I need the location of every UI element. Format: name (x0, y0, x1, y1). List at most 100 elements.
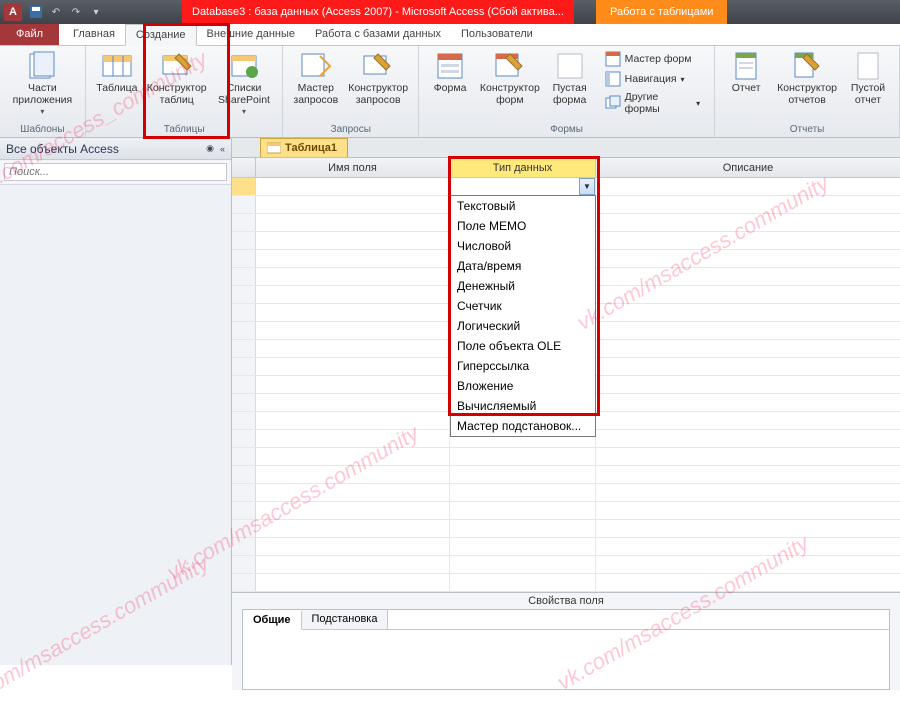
cell-field-name[interactable] (256, 250, 450, 267)
datatype-option[interactable]: Мастер подстановок... (451, 416, 595, 436)
tab-design[interactable]: Конструктор (565, 23, 648, 45)
btn-app-parts[interactable]: Частиприложения ▾ (6, 48, 79, 120)
cell-field-name[interactable] (256, 448, 450, 465)
row-selector[interactable] (232, 394, 256, 411)
row-selector[interactable] (232, 448, 256, 465)
row-selector[interactable] (232, 340, 256, 357)
datatype-option[interactable]: Дата/время (451, 256, 595, 276)
qat-save-icon[interactable] (27, 3, 45, 21)
tab-users[interactable]: Пользователи (451, 23, 543, 45)
cell-data-type[interactable] (450, 574, 596, 591)
datatype-option[interactable]: Денежный (451, 276, 595, 296)
btn-navigation[interactable]: Навигация ▾ (601, 70, 704, 88)
cell-field-name[interactable] (256, 574, 450, 591)
cell-data-type[interactable] (450, 556, 596, 573)
cell-field-name[interactable] (256, 232, 450, 249)
cell-description[interactable] (596, 322, 900, 339)
tab-create[interactable]: Создание (125, 24, 197, 46)
cell-field-name[interactable] (256, 520, 450, 537)
tab-external[interactable]: Внешние данные (197, 23, 305, 45)
table-row[interactable] (232, 502, 900, 520)
btn-query-design[interactable]: Конструкторзапросов (344, 48, 412, 108)
btn-report[interactable]: Отчет (721, 48, 771, 108)
tab-home[interactable]: Главная (63, 23, 125, 45)
row-selector[interactable] (232, 430, 256, 447)
row-selector[interactable] (232, 178, 256, 195)
datatype-option[interactable]: Вложение (451, 376, 595, 396)
cell-field-name[interactable] (256, 412, 450, 429)
row-selector[interactable] (232, 250, 256, 267)
nav-header[interactable]: Все объекты Access ◉ « (0, 138, 231, 160)
cell-field-name[interactable] (256, 394, 450, 411)
datatype-dropdown-list[interactable]: ТекстовыйПоле МЕМОЧисловойДата/времяДене… (450, 195, 596, 437)
qat-more-icon[interactable]: ▾ (87, 3, 105, 21)
row-selector[interactable] (232, 214, 256, 231)
cell-description[interactable] (596, 538, 900, 555)
search-input[interactable] (4, 163, 227, 181)
row-selector[interactable] (232, 286, 256, 303)
btn-table-design[interactable]: Конструктортаблиц (144, 48, 210, 120)
row-selector[interactable] (232, 484, 256, 501)
btn-blank-report[interactable]: Пустойотчет (843, 48, 893, 108)
table-row[interactable] (232, 448, 900, 466)
cell-description[interactable] (596, 556, 900, 573)
datatype-option[interactable]: Счетчик (451, 296, 595, 316)
chevron-down-icon[interactable]: « (220, 144, 225, 154)
row-selector[interactable] (232, 232, 256, 249)
row-selector[interactable] (232, 268, 256, 285)
btn-query-wizard[interactable]: Мастерзапросов (289, 48, 342, 108)
table-row[interactable] (232, 484, 900, 502)
col-header-type[interactable]: Тип данных (450, 158, 596, 177)
cell-description[interactable] (596, 430, 900, 447)
table-row[interactable] (232, 538, 900, 556)
row-selector[interactable] (232, 556, 256, 573)
cell-field-name[interactable] (256, 502, 450, 519)
cell-description[interactable] (596, 376, 900, 393)
cell-description[interactable] (596, 394, 900, 411)
row-selector[interactable] (232, 520, 256, 537)
doc-tab-table1[interactable]: Таблица1 (260, 138, 348, 157)
cell-description[interactable] (596, 286, 900, 303)
cell-field-name[interactable] (256, 538, 450, 555)
cell-data-type[interactable]: ▼ (450, 178, 596, 195)
cell-data-type[interactable] (450, 466, 596, 483)
row-selector[interactable] (232, 304, 256, 321)
cell-description[interactable] (596, 502, 900, 519)
cell-description[interactable] (596, 412, 900, 429)
cell-field-name[interactable] (256, 304, 450, 321)
datatype-dropdown-button[interactable]: ▼ (579, 178, 595, 195)
table-row[interactable] (232, 556, 900, 574)
nav-filter-icon[interactable]: ◉ (206, 143, 214, 154)
datatype-option[interactable]: Гиперссылка (451, 356, 595, 376)
row-selector[interactable] (232, 376, 256, 393)
datatype-option[interactable]: Числовой (451, 236, 595, 256)
cell-data-type[interactable] (450, 520, 596, 537)
row-selector[interactable] (232, 196, 256, 213)
cell-field-name[interactable] (256, 196, 450, 213)
row-selector[interactable] (232, 574, 256, 591)
cell-description[interactable] (596, 574, 900, 591)
tab-dbtools[interactable]: Работа с базами данных (305, 23, 451, 45)
btn-form-wizard[interactable]: Мастер форм (601, 50, 704, 68)
table-row[interactable] (232, 466, 900, 484)
col-header-name[interactable]: Имя поля (256, 158, 450, 177)
qat-redo-icon[interactable]: ↷ (67, 3, 85, 21)
row-selector[interactable] (232, 466, 256, 483)
cell-field-name[interactable] (256, 556, 450, 573)
col-header-desc[interactable]: Описание (596, 158, 900, 177)
cell-description[interactable] (596, 232, 900, 249)
cell-description[interactable] (596, 340, 900, 357)
row-selector-header[interactable] (232, 158, 256, 177)
app-icon[interactable]: A (4, 3, 22, 21)
cell-description[interactable] (596, 484, 900, 501)
cell-field-name[interactable] (256, 430, 450, 447)
cell-field-name[interactable] (256, 268, 450, 285)
cell-description[interactable] (596, 466, 900, 483)
row-selector[interactable] (232, 322, 256, 339)
cell-description[interactable] (596, 214, 900, 231)
table-row[interactable]: ▼ (232, 178, 900, 196)
cell-field-name[interactable] (256, 286, 450, 303)
btn-form-design[interactable]: Конструкторформ (477, 48, 543, 118)
btn-blank-form[interactable]: Пустаяформа (545, 48, 595, 118)
cell-description[interactable] (596, 178, 900, 195)
